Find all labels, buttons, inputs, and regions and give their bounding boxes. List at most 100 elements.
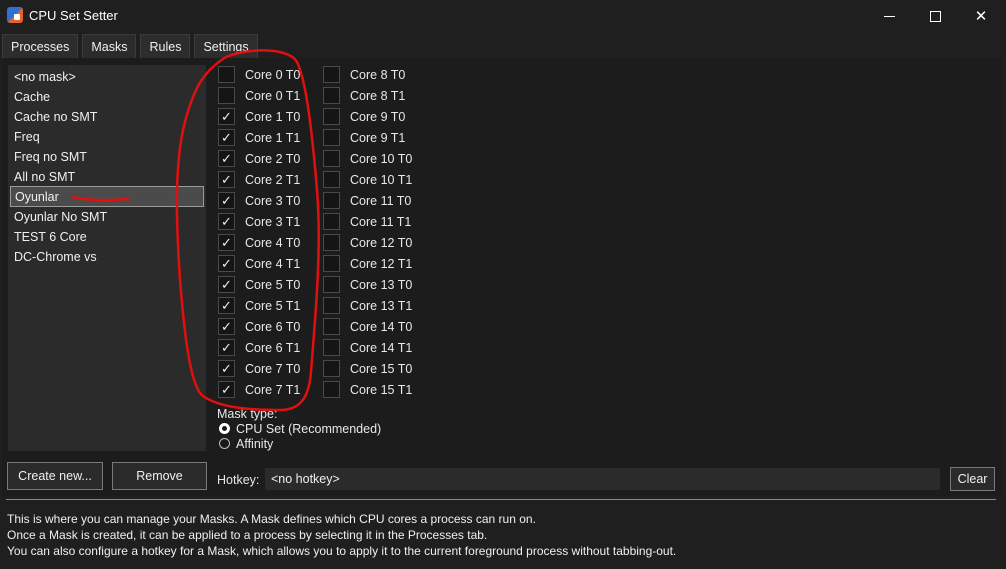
remove-button[interactable]: Remove — [112, 462, 207, 490]
list-item[interactable]: DC-Chrome vs — [10, 247, 204, 266]
divider — [6, 499, 996, 500]
core-checkbox-row[interactable]: Core 0 T1 — [218, 85, 300, 106]
checkbox-unchecked[interactable] — [323, 192, 340, 209]
list-item[interactable]: <no mask> — [10, 67, 204, 86]
checkbox-unchecked[interactable] — [323, 108, 340, 125]
core-checkbox-row[interactable]: ✓ Core 5 T1 — [218, 295, 300, 316]
core-checkbox-row[interactable]: ✓ Core 7 T1 — [218, 379, 300, 400]
checkbox-unchecked[interactable] — [323, 339, 340, 356]
list-item[interactable]: Freq — [10, 127, 204, 146]
core-checkbox-row[interactable]: Core 14 T0 — [323, 316, 412, 337]
core-label: Core 6 T0 — [245, 319, 301, 334]
checkbox-checked[interactable]: ✓ — [218, 192, 235, 209]
core-checkbox-row[interactable]: ✓ Core 2 T1 — [218, 169, 300, 190]
core-checkbox-row[interactable]: Core 15 T0 — [323, 358, 412, 379]
core-checkbox-row[interactable]: Core 13 T1 — [323, 295, 412, 316]
core-checkbox-row[interactable]: Core 0 T0 — [218, 64, 300, 85]
checkbox-unchecked[interactable] — [323, 129, 340, 146]
checkbox-unchecked[interactable] — [323, 360, 340, 377]
close-button[interactable]: ✕ — [958, 0, 1004, 32]
core-checkbox-row[interactable]: Core 11 T1 — [323, 211, 411, 232]
core-checkbox-row[interactable]: ✓ Core 1 T1 — [218, 127, 300, 148]
core-checkbox-row[interactable]: Core 10 T0 — [323, 148, 412, 169]
checkmark-icon: ✓ — [221, 130, 232, 145]
list-item[interactable]: Cache no SMT — [10, 107, 204, 126]
list-item[interactable]: Cache — [10, 87, 204, 106]
clear-hotkey-button[interactable]: Clear — [950, 467, 995, 491]
list-item[interactable]: Oyunlar No SMT — [10, 207, 204, 226]
checkbox-unchecked[interactable] — [323, 150, 340, 167]
checkbox-checked[interactable]: ✓ — [218, 129, 235, 146]
core-checkbox-row[interactable]: ✓ Core 5 T0 — [218, 274, 300, 295]
checkbox-unchecked[interactable] — [218, 66, 235, 83]
checkbox-unchecked[interactable] — [323, 66, 340, 83]
core-label: Core 10 T0 — [350, 151, 413, 166]
core-checkbox-row[interactable]: ✓ Core 3 T1 — [218, 211, 300, 232]
core-checkbox-row[interactable]: ✓ Core 7 T0 — [218, 358, 300, 379]
checkbox-unchecked[interactable] — [323, 213, 340, 230]
mask-list[interactable]: <no mask> Cache Cache no SMT Freq Freq n… — [8, 65, 206, 451]
checkbox-unchecked[interactable] — [323, 381, 340, 398]
checkmark-icon: ✓ — [221, 361, 232, 376]
checkmark-icon: ✓ — [221, 109, 232, 124]
core-checkbox-row[interactable]: Core 12 T0 — [323, 232, 412, 253]
checkbox-unchecked[interactable] — [323, 255, 340, 272]
checkmark-icon: ✓ — [221, 151, 232, 166]
checkbox-checked[interactable]: ✓ — [218, 297, 235, 314]
checkbox-checked[interactable]: ✓ — [218, 360, 235, 377]
checkbox-unchecked[interactable] — [323, 171, 340, 188]
core-checkbox-row[interactable]: Core 9 T1 — [323, 127, 405, 148]
checkbox-checked[interactable]: ✓ — [218, 276, 235, 293]
tab-rules[interactable]: Rules — [140, 34, 191, 58]
radio-cpu-set[interactable]: CPU Set (Recommended) — [219, 421, 381, 436]
core-checkbox-row[interactable]: Core 15 T1 — [323, 379, 412, 400]
checkbox-unchecked[interactable] — [323, 234, 340, 251]
tab-masks[interactable]: Masks — [82, 34, 137, 58]
list-item[interactable]: All no SMT — [10, 167, 204, 186]
core-checkbox-row[interactable]: ✓ Core 4 T0 — [218, 232, 300, 253]
core-label: Core 7 T0 — [245, 361, 301, 376]
core-checkbox-row[interactable]: Core 12 T1 — [323, 253, 412, 274]
checkbox-checked[interactable]: ✓ — [218, 255, 235, 272]
checkbox-unchecked[interactable] — [323, 297, 340, 314]
core-checkbox-row[interactable]: ✓ Core 1 T0 — [218, 106, 300, 127]
checkbox-unchecked[interactable] — [323, 318, 340, 335]
create-new-button[interactable]: Create new... — [7, 462, 103, 490]
core-checkbox-row[interactable]: ✓ Core 2 T0 — [218, 148, 300, 169]
core-label: Core 13 T1 — [350, 298, 413, 313]
help-text-line: This is where you can manage your Masks.… — [7, 512, 536, 526]
core-label: Core 15 T1 — [350, 382, 413, 397]
tab-settings[interactable]: Settings — [194, 34, 258, 58]
checkbox-checked[interactable]: ✓ — [218, 150, 235, 167]
core-checkbox-row[interactable]: ✓ Core 4 T1 — [218, 253, 300, 274]
checkbox-checked[interactable]: ✓ — [218, 339, 235, 356]
minimize-button[interactable] — [866, 0, 912, 32]
checkbox-checked[interactable]: ✓ — [218, 171, 235, 188]
hotkey-input[interactable]: <no hotkey> — [265, 468, 940, 490]
core-checkbox-row[interactable]: Core 10 T1 — [323, 169, 412, 190]
checkbox-checked[interactable]: ✓ — [218, 108, 235, 125]
checkbox-checked[interactable]: ✓ — [218, 381, 235, 398]
tab-processes[interactable]: Processes — [2, 34, 79, 58]
maximize-button[interactable] — [912, 0, 958, 32]
checkbox-checked[interactable]: ✓ — [218, 213, 235, 230]
core-label: Core 13 T0 — [350, 277, 413, 292]
core-checkbox-row[interactable]: Core 13 T0 — [323, 274, 412, 295]
checkbox-checked[interactable]: ✓ — [218, 318, 235, 335]
core-checkbox-row[interactable]: Core 8 T0 — [323, 64, 405, 85]
list-item[interactable]: Freq no SMT — [10, 147, 204, 166]
core-checkbox-row[interactable]: ✓ Core 6 T0 — [218, 316, 300, 337]
checkbox-unchecked[interactable] — [323, 87, 340, 104]
core-checkbox-row[interactable]: Core 14 T1 — [323, 337, 412, 358]
checkbox-unchecked[interactable] — [323, 276, 340, 293]
core-checkbox-row[interactable]: Core 11 T0 — [323, 190, 411, 211]
core-checkbox-row[interactable]: Core 9 T0 — [323, 106, 405, 127]
checkbox-unchecked[interactable] — [218, 87, 235, 104]
core-checkbox-row[interactable]: ✓ Core 3 T0 — [218, 190, 300, 211]
list-item[interactable]: TEST 6 Core — [10, 227, 204, 246]
core-checkbox-row[interactable]: Core 8 T1 — [323, 85, 405, 106]
checkbox-checked[interactable]: ✓ — [218, 234, 235, 251]
core-checkbox-row[interactable]: ✓ Core 6 T1 — [218, 337, 300, 358]
list-item-selected[interactable]: Oyunlar — [10, 186, 204, 207]
radio-affinity[interactable]: Affinity — [219, 436, 273, 451]
